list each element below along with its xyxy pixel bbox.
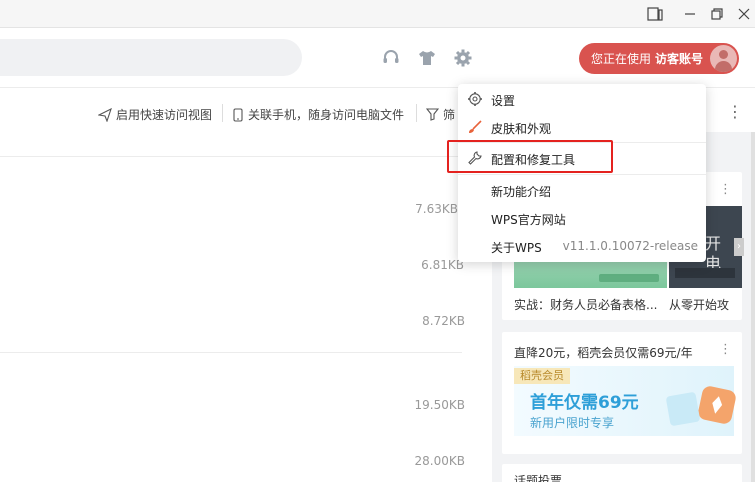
more-options-icon[interactable]: ⋮ — [727, 104, 743, 120]
toolbar-divider — [416, 104, 417, 122]
restore-button[interactable] — [708, 5, 726, 23]
version-label: v11.1.0.10072-release — [562, 239, 698, 253]
user-account-name: 访客账号 — [655, 52, 704, 66]
brush-icon — [467, 119, 483, 135]
user-status-label: 您正在使用 — [591, 52, 652, 66]
menu-item-settings[interactable]: 设置 — [458, 86, 706, 112]
settings-menu: 设置 皮肤和外观 配置和修复工具 新功能介绍 WPS官方网站 关于WPS v11… — [458, 84, 706, 262]
header-bar: 您正在使用 访客账号 — [0, 28, 755, 88]
gear-icon — [467, 91, 483, 107]
docer-logo-icon — [696, 384, 738, 426]
card-caption: 实战：财务人员必备表格... — [514, 298, 658, 312]
headset-icon[interactable] — [381, 48, 401, 68]
avatar — [710, 45, 737, 72]
promo-title: 直降20元，稻壳会员仅需69元/年 — [514, 346, 693, 360]
list-divider — [0, 156, 470, 157]
menu-label: 关于WPS — [491, 241, 542, 255]
quick-access-button[interactable]: 启用快速访问视图 — [98, 106, 212, 123]
link-phone-label: 关联手机，随身访问电脑文件 — [248, 108, 405, 122]
menu-divider — [458, 174, 706, 175]
toolbar-divider — [222, 104, 223, 122]
send-icon — [98, 107, 112, 122]
list-divider — [0, 352, 462, 353]
promo-subline: 新用户限时专享 — [530, 416, 615, 430]
menu-label: 皮肤和外观 — [491, 122, 552, 136]
title-bar — [0, 0, 755, 28]
carousel-next-icon[interactable]: › — [734, 238, 744, 256]
topic-vote-card[interactable]: 话题投票 — [502, 464, 742, 482]
highlight-box — [447, 140, 613, 173]
file-size: 19.50KB — [414, 398, 465, 412]
menu-label: 设置 — [491, 94, 516, 108]
card-more-icon[interactable]: ⋮ — [719, 182, 732, 197]
settings-gear-icon[interactable] — [453, 48, 473, 68]
filter-label: 筛 — [443, 108, 456, 122]
topic-vote-title: 话题投票 — [514, 474, 563, 482]
filter-button[interactable]: 筛 — [426, 106, 455, 123]
menu-item-official-site[interactable]: WPS官方网站 — [458, 205, 706, 231]
card-more-icon[interactable]: ⋮ — [719, 342, 732, 357]
menu-item-whats-new[interactable]: 新功能介绍 — [458, 177, 706, 203]
file-size: 6.81KB — [421, 258, 464, 272]
close-button[interactable] — [735, 5, 753, 23]
vip-badge: 稻壳会员 — [514, 368, 570, 384]
promo-headline: 首年仅需69元 — [530, 393, 639, 413]
link-phone-button[interactable]: 关联手机，随身访问电脑文件 — [232, 106, 404, 123]
phone-icon — [233, 107, 243, 122]
file-size: 28.00KB — [414, 454, 465, 468]
menu-item-skin[interactable]: 皮肤和外观 — [458, 114, 706, 140]
file-size: 7.63KB — [415, 202, 458, 216]
menu-label: WPS官方网站 — [491, 213, 566, 227]
menu-label: 新功能介绍 — [491, 185, 552, 199]
user-account-button[interactable]: 您正在使用 访客账号 — [579, 43, 739, 74]
search-input[interactable] — [0, 39, 302, 76]
promo-card[interactable]: 直降20元，稻壳会员仅需69元/年 ⋮ 稻壳会员 首年仅需69元 新用户限时专享 — [502, 332, 742, 454]
tablet-mode-icon[interactable] — [646, 5, 664, 23]
promo-banner[interactable]: 稻壳会员 首年仅需69元 新用户限时专享 — [514, 366, 738, 436]
file-size: 8.72KB — [422, 314, 465, 328]
filter-icon — [426, 108, 439, 121]
scrollbar[interactable] — [751, 132, 755, 482]
minimize-button[interactable] — [681, 5, 699, 23]
menu-item-about[interactable]: 关于WPS v11.1.0.10072-release — [458, 233, 706, 259]
skin-shirt-icon[interactable] — [417, 48, 437, 68]
card-caption: 从零开始攻 — [669, 298, 730, 312]
quick-access-label: 启用快速访问视图 — [116, 108, 213, 122]
